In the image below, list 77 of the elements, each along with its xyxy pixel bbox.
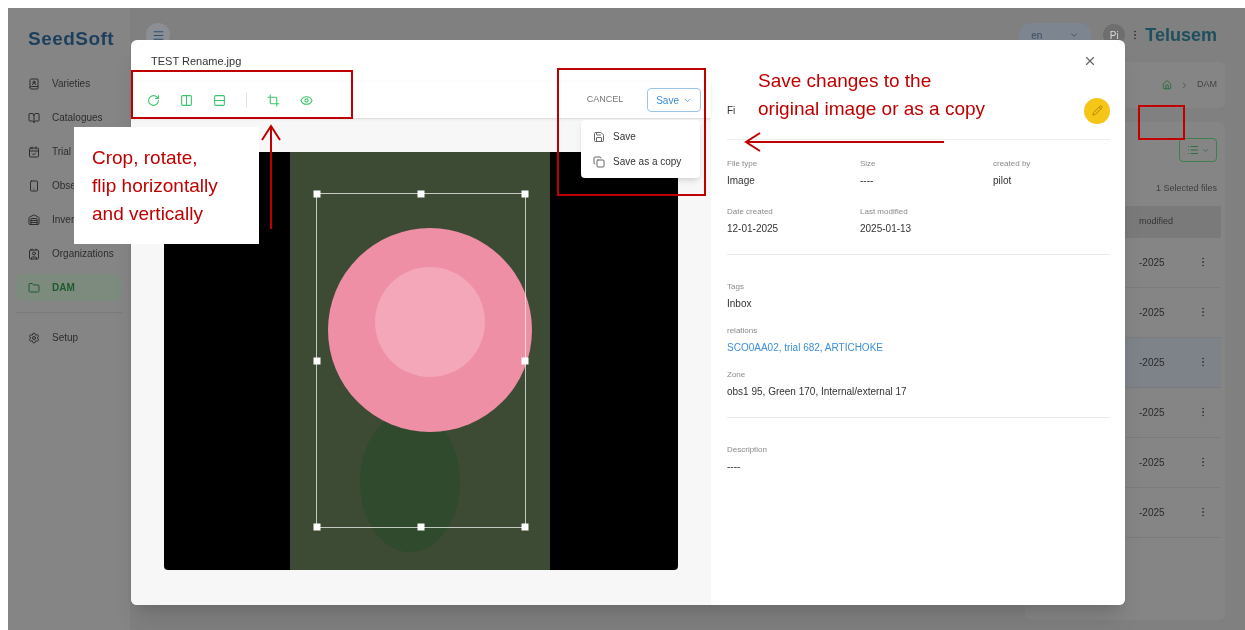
menu-icon [151,28,165,42]
eye-icon[interactable] [300,93,313,107]
list-icon [1186,144,1199,156]
date-cell-text: -2025 [1139,505,1165,520]
date-cell-text: -2025 [1139,305,1165,320]
cancel-button[interactable]: CANCEL [582,93,628,107]
view-toggle-button[interactable] [1179,138,1217,162]
edit-button[interactable] [1084,97,1110,124]
menu-item[interactable]: Save [581,124,700,149]
date-cell-text: -2025 [1139,255,1165,270]
field-label: Tags [727,281,745,293]
field-value: 2025-01-13 [860,222,913,236]
sidebar-item[interactable]: Trial [16,138,72,165]
date-cell-text: -2025 [1139,355,1165,370]
annotation-frame [1138,105,1185,140]
sidebar-item[interactable]: Catalogues [16,104,103,131]
home-icon[interactable] [1162,80,1172,90]
crop-icon[interactable] [267,93,280,107]
field-value: Inbox [727,297,753,311]
save-button[interactable]: Save [647,88,701,112]
crop-handle[interactable] [417,190,425,198]
sidebar-item[interactable]: Varieties [16,70,91,97]
sidebar-item[interactable]: Setup [16,324,79,351]
callout-text: Save changes to the original image or as a copy [758,69,986,121]
app-logo: SeedSoft [28,26,115,51]
crop-handle[interactable] [313,357,321,364]
folder-icon [28,281,40,294]
person-card-icon [28,77,40,90]
relations-link[interactable]: SCO0AA02, trial 682, ARTICHOKE [727,340,1110,355]
field-label: relations [727,325,759,337]
menu-item[interactable]: Save as a copy [581,149,700,174]
pencil-icon [1091,105,1103,116]
flip-horizontal-icon[interactable] [180,93,193,107]
date-cell-text: -2025 [1139,405,1165,420]
date-cell-text: -2025 [1139,455,1165,470]
chevron-icon [1180,80,1189,90]
caret-icon [1069,30,1080,40]
field-value: ---- [727,460,742,474]
crop-frame[interactable] [316,193,526,528]
field-label: Last modified [860,206,909,218]
sidebar-item[interactable]: Obse [16,172,76,199]
crop-handle[interactable] [521,190,529,198]
copy-icon [593,155,605,168]
sidebar-item[interactable]: Inver [16,206,75,233]
selection-count: 1 Selected files [1155,182,1217,195]
field-label: Zone [727,369,747,381]
crop-handle[interactable] [521,357,529,364]
book-icon [28,111,40,124]
field-value: Image [727,174,756,188]
phone-icon [28,179,40,192]
sidebar-item[interactable]: Organizations [16,240,114,267]
flip-vertical-icon[interactable] [213,93,226,107]
field-label: Size [860,158,877,170]
breadcrumb-item[interactable]: DAM [1197,78,1217,92]
rotate-icon[interactable] [147,93,160,107]
calendar-icon [28,145,40,158]
field-label: File type [727,158,759,170]
contact-card-icon [28,247,40,260]
building-icon [28,213,40,226]
crop-handle[interactable] [521,523,529,531]
settings-icon [28,331,40,344]
crop-handle[interactable] [313,523,321,531]
field-label: created by [993,158,1032,170]
dialog-title: TEST Rename.jpg [151,53,242,69]
brand-logo: Telusem [1145,23,1217,47]
crop-handle[interactable] [313,190,321,198]
crop-handle[interactable] [417,523,425,531]
panel-heading: Fi [727,104,736,118]
field-value: ---- [860,174,875,188]
field-label: Description [727,444,768,456]
sidebar-item[interactable]: DAM [16,274,122,301]
close-icon[interactable] [1083,54,1097,68]
callout-text: Crop, rotate, flip horizontally and vertically [92,145,218,226]
field-value: pilot [993,174,1013,188]
field-label: Date created [727,206,774,218]
field-value: obs1 95, Green 170, Internal/external 17 [727,385,908,399]
field-value: 12-01-2025 [727,222,780,236]
